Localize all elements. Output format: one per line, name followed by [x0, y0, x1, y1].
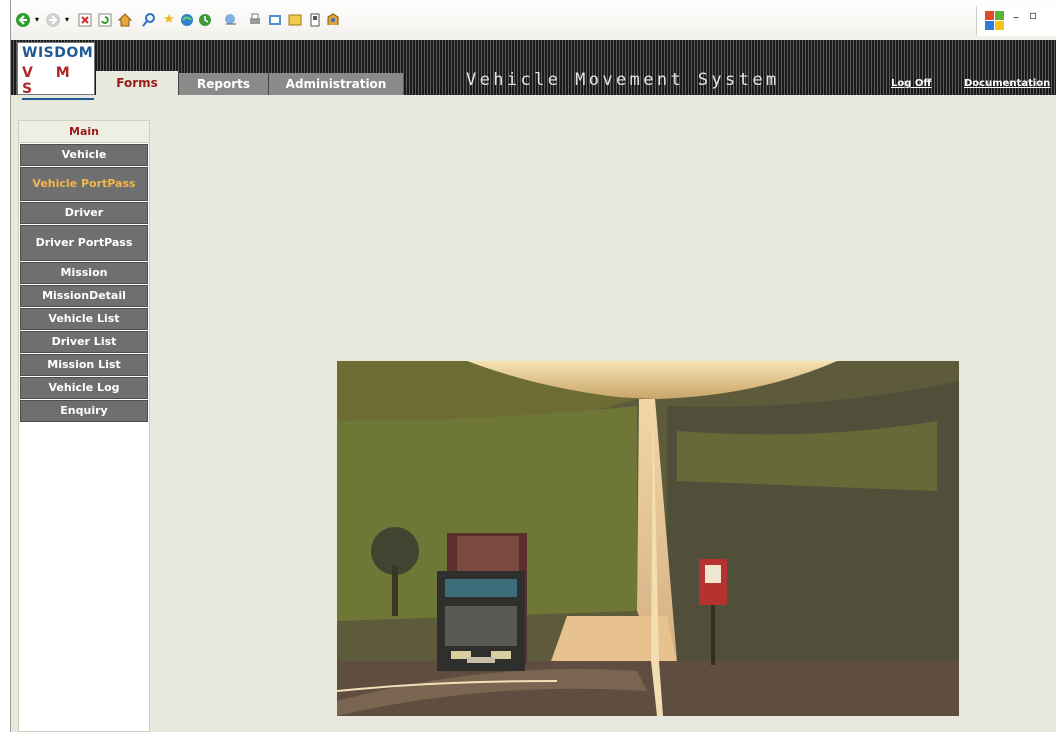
sidebar-item-vehicle[interactable]: Vehicle [20, 144, 148, 166]
research-icon[interactable] [307, 12, 323, 28]
refresh-icon[interactable] [97, 12, 113, 28]
restore-icon[interactable]: ▫ [1029, 8, 1037, 22]
favorites-icon[interactable]: ★ [161, 12, 177, 28]
window-controls: – ▫ [976, 6, 1056, 36]
app-header: WISDOM V M S Forms Reports Administratio… [11, 40, 1056, 100]
sidebar-item-vehicle-list[interactable]: Vehicle List [20, 308, 148, 330]
sidebar: Main Vehicle Vehicle PortPass Driver Dri… [18, 120, 150, 732]
app-title: Vehicle Movement System [466, 70, 780, 90]
tab-administration[interactable]: Administration [268, 73, 403, 95]
print-icon[interactable] [247, 12, 263, 28]
logo-vms: V M S [22, 65, 94, 100]
sidebar-item-driver-list[interactable]: Driver List [20, 331, 148, 353]
logo: WISDOM V M S [17, 42, 95, 100]
discuss-icon[interactable] [287, 12, 303, 28]
sidebar-item-vehicle-log[interactable]: Vehicle Log [20, 377, 148, 399]
logoff-link[interactable]: Log Off [891, 78, 931, 89]
history-icon[interactable] [197, 12, 213, 28]
sidebar-item-mission[interactable]: Mission [20, 262, 148, 284]
sidebar-item-vehicle-portpass[interactable]: Vehicle PortPass [20, 167, 148, 201]
browser-toolbar: ▾ ▾ ★ – ▫ [11, 0, 1056, 41]
windows-logo-icon [985, 11, 1005, 31]
search-icon[interactable] [141, 12, 157, 28]
sidebar-item-driver[interactable]: Driver [20, 202, 148, 224]
mail-icon[interactable] [223, 12, 239, 28]
forward-icon[interactable] [45, 12, 61, 28]
documentation-link[interactable]: Documentation [964, 78, 1050, 89]
forward-dropdown-icon[interactable]: ▾ [63, 12, 71, 28]
back-dropdown-icon[interactable]: ▾ [33, 12, 41, 28]
back-icon[interactable] [15, 12, 31, 28]
sidebar-heading: Main [19, 121, 149, 143]
tab-forms[interactable]: Forms [96, 71, 178, 95]
stop-icon[interactable] [77, 12, 93, 28]
sidebar-item-mission-list[interactable]: Mission List [20, 354, 148, 376]
home-icon[interactable] [117, 12, 133, 28]
sidebar-item-enquiry[interactable]: Enquiry [20, 400, 148, 422]
media-icon[interactable] [179, 12, 195, 28]
minimize-icon[interactable]: – [1013, 10, 1019, 24]
messenger-icon[interactable] [325, 12, 341, 28]
tab-reports[interactable]: Reports [178, 73, 268, 95]
sidebar-item-missiondetail[interactable]: MissionDetail [20, 285, 148, 307]
logo-wisdom: WISDOM [22, 45, 94, 61]
hero-truck-road-image [337, 361, 959, 716]
browser-window: ▾ ▾ ★ – ▫ WISDOM V M S Forms Reports Adm… [10, 0, 1056, 732]
edit-icon[interactable] [267, 12, 283, 28]
sidebar-item-driver-portpass[interactable]: Driver PortPass [20, 225, 148, 261]
